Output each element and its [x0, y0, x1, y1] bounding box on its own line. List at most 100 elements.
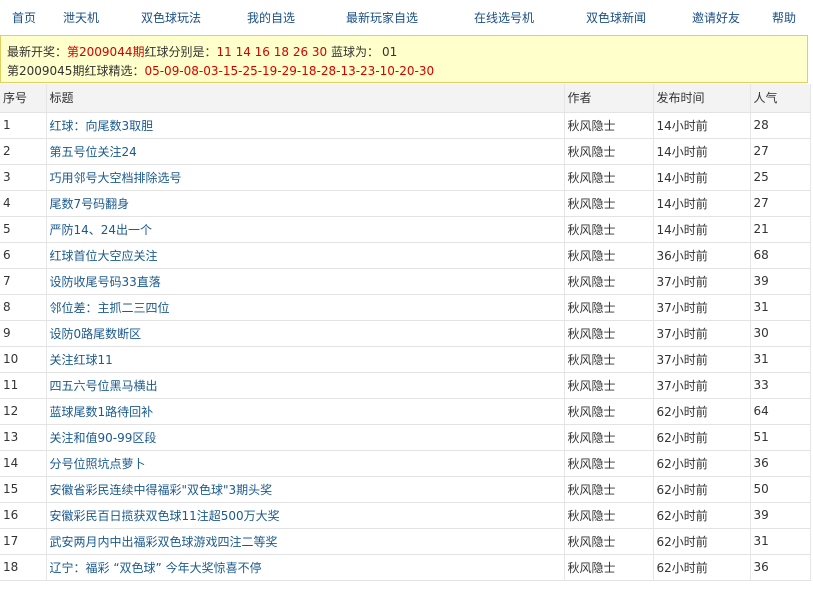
article-link[interactable]: 严防14、24出一个: [50, 223, 153, 237]
table-row: 6 红球首位大空应关注 秋风隐士 36小时前 68: [0, 242, 811, 269]
article-link[interactable]: 巧用邻号大空档排除选号: [50, 171, 182, 185]
article-link[interactable]: 设防0路尾数断区: [50, 327, 142, 341]
row-title-cell: 第五号位关注24: [45, 138, 564, 165]
article-link[interactable]: 分号位照坑点萝卜: [50, 457, 146, 471]
row-author: 秋风隐士: [563, 216, 653, 243]
nav-invite-friends[interactable]: 邀请好友: [692, 9, 740, 26]
row-title-cell: 红球首位大空应关注: [45, 242, 564, 269]
row-author: 秋风隐士: [563, 320, 653, 347]
red-ball-pick-line: 第2009045期红球精选：05-09-08-03-15-25-19-29-18…: [7, 62, 434, 79]
row-num: 1: [0, 112, 46, 139]
pick-numbers: 05-09-08-03-15-25-19-29-18-28-13-23-10-2…: [144, 64, 435, 78]
article-link[interactable]: 红球：向尾数3取胆: [50, 119, 154, 133]
header-time: 发布时间: [652, 84, 750, 113]
nav-my-picks[interactable]: 我的自选: [247, 9, 295, 26]
draw-period: 第2009044期: [67, 45, 145, 59]
nav-ssq-rules[interactable]: 双色球玩法: [141, 9, 201, 26]
row-hits: 27: [749, 190, 811, 217]
row-time: 62小时前: [652, 528, 750, 555]
nav-online-number-picker[interactable]: 在线选号机: [474, 9, 534, 26]
row-hits: 31: [749, 346, 811, 373]
row-time: 14小时前: [652, 190, 750, 217]
row-num: 16: [0, 502, 46, 529]
nav-home[interactable]: 首页: [12, 9, 36, 26]
nav-ssq-news[interactable]: 双色球新闻: [586, 9, 646, 26]
row-num: 7: [0, 268, 46, 295]
row-time: 37小时前: [652, 268, 750, 295]
row-title-cell: 设防收尾号码33直落: [45, 268, 564, 295]
article-link[interactable]: 关注红球11: [50, 353, 113, 367]
table-row: 2 第五号位关注24 秋风隐士 14小时前 27: [0, 138, 811, 165]
row-time: 37小时前: [652, 320, 750, 347]
row-time: 37小时前: [652, 346, 750, 373]
row-hits: 31: [749, 528, 811, 555]
row-author: 秋风隐士: [563, 112, 653, 139]
row-time: 62小时前: [652, 450, 750, 477]
row-author: 秋风隐士: [563, 138, 653, 165]
row-author: 秋风隐士: [563, 476, 653, 503]
row-hits: 51: [749, 424, 811, 451]
row-num: 9: [0, 320, 46, 347]
row-hits: 31: [749, 294, 811, 321]
row-title-cell: 辽宁：福彩 “双色球” 今年大奖惊喜不停: [45, 554, 564, 581]
table-row: 18 辽宁：福彩 “双色球” 今年大奖惊喜不停 秋风隐士 62小时前 36: [0, 554, 811, 581]
table-row: 5 严防14、24出一个 秋风隐士 14小时前 21: [0, 216, 811, 243]
row-author: 秋风隐士: [563, 450, 653, 477]
nav-xietianji[interactable]: 泄天机: [63, 9, 99, 26]
table-row: 15 安徽省彩民连续中得福彩"双色球"3期头奖 秋风隐士 62小时前 50: [0, 476, 811, 503]
article-link[interactable]: 安徽彩民百日揽获双色球11注超500万大奖: [50, 509, 280, 523]
row-title-cell: 关注和值90-99区段: [45, 424, 564, 451]
row-time: 62小时前: [652, 554, 750, 581]
row-author: 秋风隐士: [563, 528, 653, 555]
row-time: 62小时前: [652, 502, 750, 529]
article-link[interactable]: 武安两月内中出福彩双色球游戏四注二等奖: [50, 535, 278, 549]
table-row: 11 四五六号位黑马横出 秋风隐士 37小时前 33: [0, 372, 811, 399]
row-title-cell: 蓝球尾数1路待回补: [45, 398, 564, 425]
article-link[interactable]: 尾数7号码翻身: [50, 197, 130, 211]
row-num: 2: [0, 138, 46, 165]
row-time: 37小时前: [652, 294, 750, 321]
pick-label: 第2009045期红球精选：: [7, 64, 145, 78]
article-link[interactable]: 设防收尾号码33直落: [50, 275, 161, 289]
row-title-cell: 四五六号位黑马横出: [45, 372, 564, 399]
table-row: 10 关注红球11 秋风隐士 37小时前 31: [0, 346, 811, 373]
row-num: 10: [0, 346, 46, 373]
row-num: 12: [0, 398, 46, 425]
table-row: 8 邻位差：主抓二三四位 秋风隐士 37小时前 31: [0, 294, 811, 321]
row-author: 秋风隐士: [563, 554, 653, 581]
row-time: 37小时前: [652, 372, 750, 399]
row-hits: 25: [749, 164, 811, 191]
row-author: 秋风隐士: [563, 190, 653, 217]
header-num: 序号: [0, 84, 46, 113]
row-num: 8: [0, 294, 46, 321]
article-link[interactable]: 红球首位大空应关注: [50, 249, 158, 263]
article-link[interactable]: 辽宁：福彩 “双色球” 今年大奖惊喜不停: [50, 561, 262, 575]
blue-ball-number: 01: [382, 45, 398, 59]
row-hits: 21: [749, 216, 811, 243]
article-link[interactable]: 关注和值90-99区段: [50, 431, 157, 445]
row-hits: 27: [749, 138, 811, 165]
row-num: 14: [0, 450, 46, 477]
table-row: 7 设防收尾号码33直落 秋风隐士 37小时前 39: [0, 268, 811, 295]
article-link[interactable]: 邻位差：主抓二三四位: [50, 301, 170, 315]
row-author: 秋风隐士: [563, 242, 653, 269]
row-num: 15: [0, 476, 46, 503]
table-row: 16 安徽彩民百日揽获双色球11注超500万大奖 秋风隐士 62小时前 39: [0, 502, 811, 529]
row-title-cell: 分号位照坑点萝卜: [45, 450, 564, 477]
header-author: 作者: [563, 84, 653, 113]
red-ball-label: 红球分别是：: [144, 45, 217, 59]
article-link[interactable]: 四五六号位黑马横出: [50, 379, 158, 393]
nav-help[interactable]: 帮助: [772, 9, 796, 26]
row-hits: 30: [749, 320, 811, 347]
row-num: 6: [0, 242, 46, 269]
nav-latest-player-picks[interactable]: 最新玩家自选: [346, 9, 418, 26]
row-title-cell: 安徽省彩民连续中得福彩"双色球"3期头奖: [45, 476, 564, 503]
row-num: 3: [0, 164, 46, 191]
row-author: 秋风隐士: [563, 372, 653, 399]
latest-draw-line: 最新开奖：第2009044期红球分别是：11 14 16 18 26 30 蓝球…: [7, 43, 397, 60]
article-link[interactable]: 蓝球尾数1路待回补: [50, 405, 154, 419]
row-hits: 36: [749, 450, 811, 477]
row-time: 14小时前: [652, 216, 750, 243]
article-link[interactable]: 第五号位关注24: [50, 145, 137, 159]
article-link[interactable]: 安徽省彩民连续中得福彩"双色球"3期头奖: [50, 483, 273, 497]
